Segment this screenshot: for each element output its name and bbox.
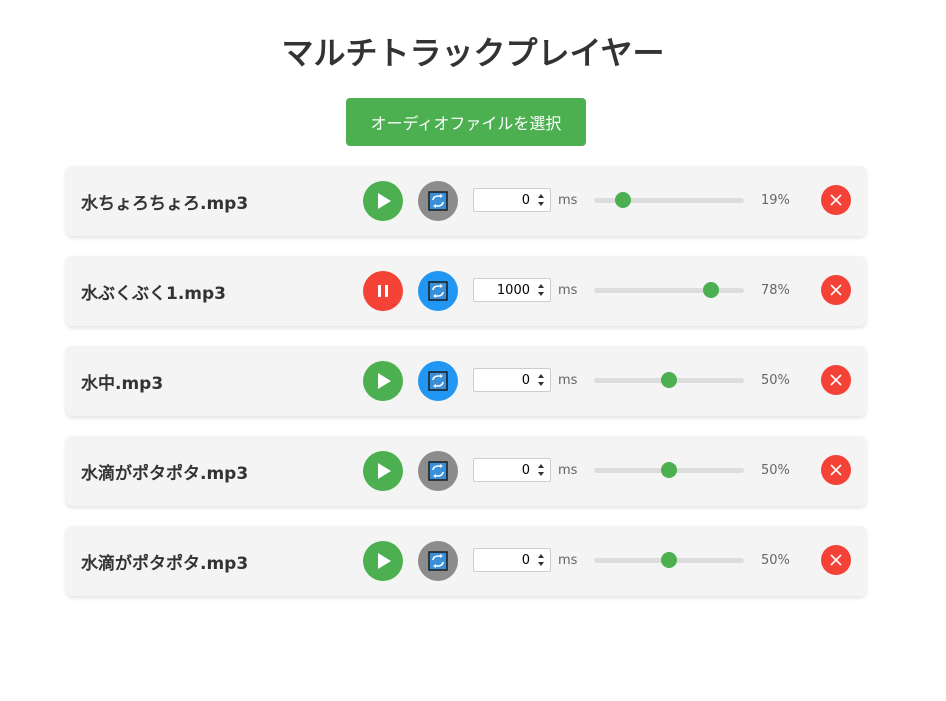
track-name: 水ちょろちょろ.mp3 bbox=[81, 194, 249, 214]
delay-value: 0 bbox=[521, 553, 530, 568]
play-button[interactable] bbox=[363, 451, 403, 491]
volume-percent-label: 50% bbox=[761, 553, 790, 568]
volume-slider[interactable] bbox=[594, 370, 744, 390]
volume-percent-label: 19% bbox=[761, 193, 790, 208]
track-row: 水滴がポタポタ.mp3 0 ms 50% bbox=[66, 436, 866, 506]
play-button[interactable] bbox=[363, 361, 403, 401]
repeat-icon bbox=[418, 181, 458, 221]
volume-percent-label: 50% bbox=[761, 373, 790, 388]
track-row: 水ぶくぶく1.mp3 1000 ms 78% bbox=[66, 256, 866, 326]
volume-percent-label: 78% bbox=[761, 283, 790, 298]
delay-unit-label: ms bbox=[558, 373, 578, 388]
volume-slider-thumb[interactable] bbox=[661, 462, 677, 478]
delay-unit-label: ms bbox=[558, 553, 578, 568]
volume-slider[interactable] bbox=[594, 190, 744, 210]
delay-input[interactable]: 1000 bbox=[473, 278, 551, 302]
repeat-icon bbox=[418, 271, 458, 311]
delay-value: 1000 bbox=[496, 283, 530, 298]
select-audio-file-button[interactable]: オーディオファイルを選択 bbox=[346, 98, 586, 146]
repeat-icon bbox=[418, 451, 458, 491]
volume-percent-label: 50% bbox=[761, 463, 790, 478]
close-icon bbox=[830, 374, 842, 386]
repeat-icon bbox=[418, 361, 458, 401]
delay-input[interactable]: 0 bbox=[473, 188, 551, 212]
track-name: 水滴がポタポタ.mp3 bbox=[81, 464, 249, 484]
delete-track-button[interactable] bbox=[821, 185, 851, 215]
play-button[interactable] bbox=[363, 181, 403, 221]
loop-toggle-button[interactable] bbox=[418, 451, 458, 491]
loop-toggle-button[interactable] bbox=[418, 181, 458, 221]
delay-input[interactable]: 0 bbox=[473, 368, 551, 392]
close-icon bbox=[830, 194, 842, 206]
close-icon bbox=[830, 464, 842, 476]
volume-slider[interactable] bbox=[594, 550, 744, 570]
delay-value: 0 bbox=[521, 463, 530, 478]
play-icon bbox=[363, 451, 403, 491]
close-icon bbox=[830, 284, 842, 296]
page: マルチトラックプレイヤー オーディオファイルを選択 水ちょろちょろ.mp3 0 ms… bbox=[0, 0, 946, 701]
volume-slider-thumb[interactable] bbox=[614, 192, 631, 208]
play-icon bbox=[363, 181, 403, 221]
volume-slider-thumb[interactable] bbox=[703, 282, 719, 298]
track-row: 水中.mp3 0 ms 50% bbox=[66, 346, 866, 416]
track-name: 水中.mp3 bbox=[81, 374, 164, 394]
play-icon bbox=[363, 541, 403, 581]
delay-value: 0 bbox=[521, 193, 530, 208]
track-list: 水ちょろちょろ.mp3 0 ms 19% 水ぶくぶく1.mp3 1000 ms 78% 水中.m… bbox=[66, 166, 866, 616]
delay-unit-label: ms bbox=[558, 193, 578, 208]
volume-slider[interactable] bbox=[594, 460, 744, 480]
volume-slider-track bbox=[594, 288, 744, 293]
delay-value: 0 bbox=[521, 373, 530, 388]
loop-toggle-button[interactable] bbox=[418, 271, 458, 311]
delay-input[interactable]: 0 bbox=[473, 458, 551, 482]
delay-input[interactable]: 0 bbox=[473, 548, 551, 572]
delete-track-button[interactable] bbox=[821, 455, 851, 485]
volume-slider-thumb[interactable] bbox=[661, 372, 677, 388]
spinner-arrows-icon[interactable] bbox=[536, 372, 546, 388]
track-name: 水滴がポタポタ.mp3 bbox=[81, 554, 249, 574]
track-row: 水ちょろちょろ.mp3 0 ms 19% bbox=[66, 166, 866, 236]
loop-toggle-button[interactable] bbox=[418, 541, 458, 581]
volume-slider[interactable] bbox=[594, 280, 744, 300]
repeat-icon bbox=[418, 541, 458, 581]
loop-toggle-button[interactable] bbox=[418, 361, 458, 401]
play-button[interactable] bbox=[363, 541, 403, 581]
track-name: 水ぶくぶく1.mp3 bbox=[81, 284, 226, 304]
volume-slider-thumb[interactable] bbox=[661, 552, 677, 568]
page-title: マルチトラックプレイヤー bbox=[281, 34, 665, 72]
delete-track-button[interactable] bbox=[821, 275, 851, 305]
spinner-arrows-icon[interactable] bbox=[536, 192, 546, 208]
close-icon bbox=[830, 554, 842, 566]
delay-unit-label: ms bbox=[558, 283, 578, 298]
pause-icon bbox=[363, 271, 403, 311]
spinner-arrows-icon[interactable] bbox=[536, 462, 546, 478]
play-icon bbox=[363, 361, 403, 401]
pause-button[interactable] bbox=[363, 271, 403, 311]
spinner-arrows-icon[interactable] bbox=[536, 282, 546, 298]
delete-track-button[interactable] bbox=[821, 545, 851, 575]
track-row: 水滴がポタポタ.mp3 0 ms 50% bbox=[66, 526, 866, 596]
spinner-arrows-icon[interactable] bbox=[536, 552, 546, 568]
delete-track-button[interactable] bbox=[821, 365, 851, 395]
delay-unit-label: ms bbox=[558, 463, 578, 478]
